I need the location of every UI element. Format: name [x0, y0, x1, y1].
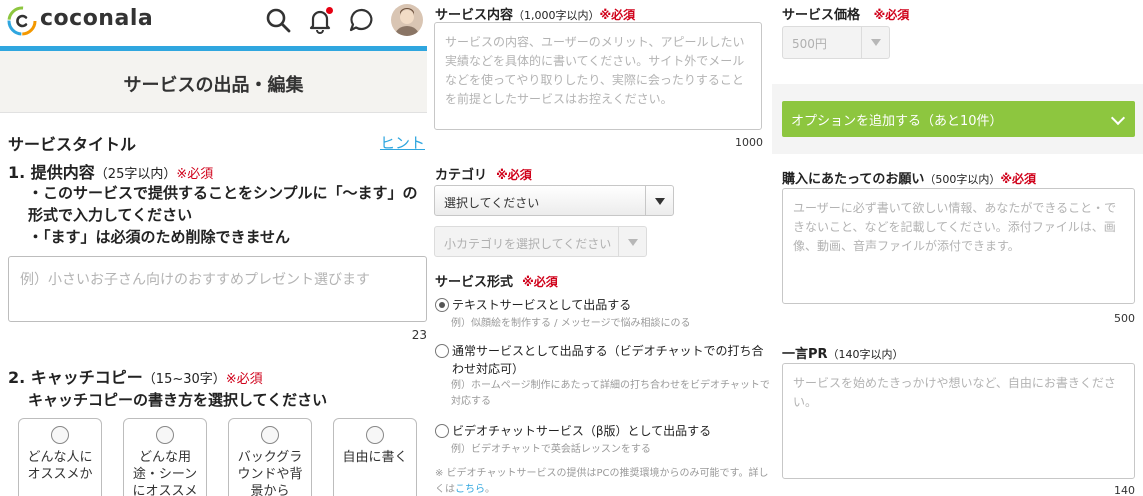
mobile-screen-content: サービス内容（1,000字以内）※必須 サービスの内容、ユーザーのメリット、アピ…	[427, 0, 772, 496]
radio-selected	[435, 298, 449, 312]
chat-icon[interactable]	[348, 6, 376, 34]
add-option-label: オプションを追加する（あと10件）	[791, 114, 1003, 129]
price-select-value: 500円	[792, 37, 827, 51]
option-label: どんな用途・シーンにオススメか	[132, 450, 198, 496]
service-content-title: サービス内容	[435, 8, 514, 23]
service-content-textarea[interactable]: サービスの内容、ユーザーのメリット、アピールしたい実績などを具体的に書いてくださ…	[434, 22, 762, 130]
service-content-limit: （1,000字以内）	[513, 9, 600, 22]
price-required: ※必須	[873, 8, 910, 22]
mobile-screen-title: coconala サービスの出品・編集 サービスタイトル ヒント 1. 提供内容…	[0, 0, 427, 496]
add-option-button[interactable]: オプションを追加する（あと10件）	[782, 101, 1135, 137]
pr-title: 一言PR	[782, 347, 828, 362]
purchase-request-label: 購入にあたってのお願い（500字以内）※必須	[782, 168, 1036, 187]
dropdown-arrow-icon	[861, 27, 889, 58]
purchase-request-required: ※必須	[1000, 172, 1037, 186]
category-required: ※必須	[496, 168, 532, 182]
chevron-down-icon	[1110, 110, 1126, 126]
catchcopy-option-target[interactable]: どんな人にオススメか	[18, 418, 102, 496]
q2-heading: 2. キャッチコピー（15~30字）※必須	[8, 364, 263, 388]
q1-heading: 1. 提供内容（25字以内）※必須	[8, 159, 213, 183]
service-content-placeholder: サービスの内容、ユーザーのメリット、アピールしたい実績などを具体的に書いてくださ…	[445, 35, 745, 106]
price-title: サービス価格	[782, 8, 861, 23]
category-select-value: 選択してください	[444, 196, 540, 210]
mobile-screen-price: サービス価格 ※必須 500円 オプションを追加する（あと10件） 購入にあたっ…	[772, 0, 1143, 496]
radio-circle	[261, 426, 279, 444]
radio-circle	[366, 426, 384, 444]
service-format-title: サービス形式	[435, 275, 514, 290]
price-select[interactable]: 500円	[782, 26, 890, 59]
user-avatar-icon	[395, 8, 419, 36]
video-chat-footnote: ※ ビデオチャットサービスの提供はPCの推奨環境からのみ可能です。詳しくはこちら…	[435, 466, 770, 496]
search-icon[interactable]	[264, 6, 292, 34]
title-char-counter: 23	[411, 328, 427, 342]
footnote-end: 。	[485, 484, 495, 495]
app-header: coconala	[0, 0, 427, 46]
radio-unselected	[435, 344, 449, 358]
q2-title: 2. キャッチコピー	[8, 368, 143, 387]
format-option-label: テキストサービスとして出品する	[452, 298, 632, 312]
dropdown-arrow-icon	[618, 227, 646, 256]
hint-link[interactable]: ヒント	[380, 132, 425, 153]
dropdown-arrow-icon	[645, 186, 673, 215]
title-band: サービスの出品・編集	[0, 51, 427, 113]
price-label: サービス価格 ※必須	[782, 4, 909, 23]
format-option-note: 例）ビデオチャットで英会話レッスンをする	[451, 444, 651, 455]
radio-unselected	[435, 424, 449, 438]
title-input[interactable]: 例）小さいお子さん向けのおすすめプレゼント選びます	[8, 256, 427, 322]
notification-dot	[325, 6, 334, 15]
catchcopy-option-scene[interactable]: どんな用途・シーンにオススメか	[123, 418, 207, 496]
category-label: カテゴリ ※必須	[435, 164, 532, 183]
title-input-placeholder: 例）小さいお子さん向けのおすすめプレゼント選びます	[20, 272, 370, 288]
catchcopy-option-free[interactable]: 自由に書く	[333, 418, 417, 496]
category-select[interactable]: 選択してください	[434, 185, 674, 216]
service-content-counter: 1000	[735, 136, 763, 149]
pr-counter: 140	[1114, 484, 1135, 496]
radio-circle	[51, 426, 69, 444]
coconala-logo-icon	[7, 6, 37, 36]
q1-limit: （25字以内）	[94, 167, 177, 182]
purchase-request-textarea[interactable]: ユーザーに必ず書いて欲しい情報、あなたができること・できないこと、などを記載して…	[782, 188, 1135, 304]
q1-instruction-2: ・「ます」は必須のため削除できません	[28, 228, 291, 246]
pr-label: 一言PR（140字以内）	[782, 343, 904, 362]
avatar[interactable]	[391, 4, 423, 36]
format-option-note: 例）ホームページ制作にあたって詳細の打ち合わせをビデオチャットで対応する	[451, 380, 770, 407]
catchcopy-option-background[interactable]: バックグラウンドや背景から	[228, 418, 312, 496]
pr-placeholder: サービスを始めたきっかけや想いなど、自由にお書きください。	[793, 376, 1116, 409]
q2-required: ※必須	[225, 372, 263, 387]
category-title: カテゴリ	[435, 168, 488, 183]
page-title: サービスの出品・編集	[123, 75, 304, 96]
purchase-request-limit: （500字以内）	[924, 173, 1001, 186]
option-label: どんな人にオススメか	[27, 450, 93, 482]
service-content-label: サービス内容（1,000字以内）※必須	[435, 4, 635, 23]
q2-instruction: キャッチコピーの書き方を選択してください	[28, 391, 328, 409]
pr-textarea[interactable]: サービスを始めたきっかけや想いなど、自由にお書きください。	[782, 363, 1135, 479]
section-title: サービスタイトル	[8, 135, 137, 154]
format-option-normal[interactable]: 通常サービスとして出品する（ビデオチャットでの打ち合わせ対応可）	[435, 342, 770, 378]
subcategory-select[interactable]: 小カテゴリを選択してください	[434, 226, 647, 257]
footnote-link[interactable]: こちら	[455, 484, 485, 495]
q1-required: ※必須	[176, 167, 214, 182]
format-option-label: 通常サービスとして出品する（ビデオチャットでの打ち合わせ対応可）	[452, 344, 764, 376]
service-content-required: ※必須	[599, 8, 636, 22]
q2-limit: （15~30字）	[142, 372, 226, 387]
notification-button[interactable]	[306, 6, 334, 34]
format-option-label: ビデオチャットサービス（β版）として出品する	[452, 424, 712, 438]
purchase-request-placeholder: ユーザーに必ず書いて欲しい情報、あなたができること・できないこと、などを記載して…	[793, 201, 1117, 253]
subcategory-select-value: 小カテゴリを選択してください	[444, 237, 612, 251]
format-option-note: 例）似顔絵を制作する / メッセージで悩み相談にのる	[451, 318, 691, 329]
service-format-label: サービス形式 ※必須	[435, 271, 558, 290]
radio-circle	[156, 426, 174, 444]
logo-text[interactable]: coconala	[40, 6, 153, 31]
option-label: 自由に書く	[342, 450, 408, 465]
purchase-request-counter: 500	[1114, 312, 1135, 325]
purchase-request-title: 購入にあたってのお願い	[782, 172, 925, 187]
option-label: バックグラウンドや背景から	[237, 450, 303, 496]
pr-limit: （140字以内）	[827, 348, 904, 361]
q1-title: 1. 提供内容	[8, 163, 95, 182]
service-format-required: ※必須	[522, 275, 558, 289]
q1-instruction-1: ・このサービスで提供することをシンプルに「〜ます」の形式で入力してください	[28, 184, 418, 224]
